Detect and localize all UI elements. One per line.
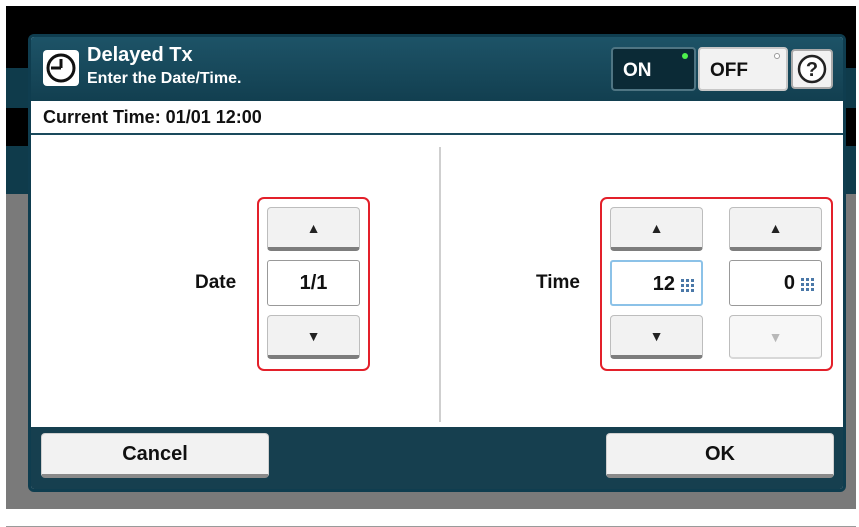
keypad-icon bbox=[801, 278, 814, 291]
on-toggle-label: ON bbox=[623, 60, 652, 81]
off-toggle-button[interactable]: OFF bbox=[698, 47, 788, 91]
on-toggle-button[interactable]: ON bbox=[611, 47, 696, 91]
arrow-up-icon: ▲ bbox=[649, 219, 664, 236]
hour-down-button[interactable]: ▼ bbox=[610, 315, 703, 359]
panel-divider bbox=[439, 147, 441, 422]
cancel-button[interactable]: Cancel bbox=[41, 433, 269, 478]
date-value-field[interactable]: 1/1 bbox=[267, 260, 360, 306]
date-up-button[interactable]: ▲ bbox=[267, 207, 360, 251]
minute-value-field[interactable]: 0 bbox=[729, 260, 822, 306]
time-highlight-box: ▲ 12 ▼ ▲ 0 ▼ bbox=[600, 197, 833, 371]
dialog-footer: Cancel OK bbox=[31, 427, 843, 489]
arrow-up-icon: ▲ bbox=[306, 219, 321, 236]
arrow-down-icon: ▼ bbox=[306, 327, 321, 344]
hour-value: 12 bbox=[652, 273, 675, 295]
on-indicator-icon bbox=[682, 53, 688, 59]
clock-icon bbox=[43, 50, 79, 86]
current-time-bar: Current Time: 01/01 12:00 bbox=[31, 101, 843, 135]
minute-up-button[interactable]: ▲ bbox=[729, 207, 822, 251]
help-glyph: ? bbox=[806, 59, 818, 81]
time-label: Time bbox=[536, 272, 581, 293]
date-label: Date bbox=[195, 272, 237, 293]
delayed-tx-dialog: Delayed Tx Enter the Date/Time. ON OFF ?… bbox=[28, 34, 846, 492]
help-button[interactable]: ? bbox=[791, 49, 833, 89]
date-value: 1/1 bbox=[299, 272, 328, 294]
hour-up-button[interactable]: ▲ bbox=[610, 207, 703, 251]
arrow-down-icon: ▼ bbox=[768, 328, 783, 345]
keypad-icon bbox=[681, 279, 694, 292]
arrow-up-icon: ▲ bbox=[768, 219, 783, 236]
off-toggle-label: OFF bbox=[710, 60, 748, 81]
date-highlight-box: ▲ 1/1 ▼ bbox=[257, 197, 370, 371]
dialog-title: Delayed Tx bbox=[87, 44, 193, 66]
dialog-header: Delayed Tx Enter the Date/Time. ON OFF ? bbox=[31, 37, 843, 101]
dialog-subtitle: Enter the Date/Time. bbox=[87, 70, 242, 87]
off-indicator-icon bbox=[774, 53, 780, 59]
date-down-button[interactable]: ▼ bbox=[267, 315, 360, 359]
help-icon: ? bbox=[797, 54, 827, 84]
current-time-text: Current Time: 01/01 12:00 bbox=[43, 107, 262, 127]
hour-value-field[interactable]: 12 bbox=[610, 260, 703, 306]
arrow-down-icon: ▼ bbox=[649, 327, 664, 344]
minute-value: 0 bbox=[783, 272, 795, 294]
minute-down-button[interactable]: ▼ bbox=[729, 315, 822, 359]
ok-button[interactable]: OK bbox=[606, 433, 834, 478]
